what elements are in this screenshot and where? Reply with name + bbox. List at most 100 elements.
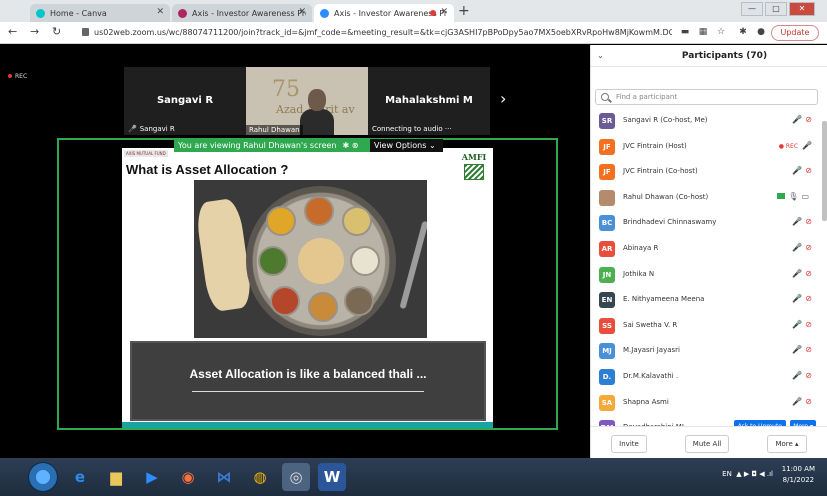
invite-button[interactable]: Invite [611,435,647,453]
camera-off-icon: ⊘ [805,115,812,124]
mic-muted-icon: 🎤 [792,242,803,252]
scrollbar[interactable] [822,121,827,221]
video-thumb-mahalakshmi[interactable]: Mahalakshmi M Connecting to audio ··· [368,67,490,135]
maximize-button[interactable]: □ [765,2,787,16]
camera-off-icon: ⊘ [805,217,812,227]
participant-row[interactable]: EN E. Nithyameena Meena 🎤 ⊘ [591,288,820,314]
avatar: JF [599,138,615,155]
search-placeholder: Find a participant [616,93,678,101]
close-window-button[interactable]: ✕ [789,2,815,16]
video-thumb-sangavi[interactable]: Sangavi R 🎤 Sangavi R [124,67,246,135]
camera-off-icon: ⊘ [805,294,812,304]
participant-status: 🎤 ⊘ [792,166,812,175]
close-icon[interactable]: ✕ [440,7,448,17]
participant-row[interactable]: D. Dr.M.Kalavathi . 🎤 ⊘ [591,365,820,391]
participant-row[interactable]: SA Shapna Asmi 🎤 ⊘ [591,391,820,417]
recording-indicator: REC [8,73,27,80]
browser-tab-strip: Home - Canva ✕ Axis - Investor Awareness… [0,0,827,22]
participant-status: 🎤 ⊘ [792,371,812,380]
folder-icon[interactable]: ▆ [102,463,130,491]
participant-status: 🎤 ⊘ [792,345,812,354]
thumb-label: 🎤 Sangavi R [128,125,175,133]
close-icon[interactable]: ✕ [298,7,306,17]
participant-status: 🎤 ⊘ [792,320,812,329]
slide-title: What is Asset Allocation ? [126,162,289,177]
participant-status: 🎤 ⊘ [792,294,812,303]
participant-row[interactable]: SS Sai Swetha V. R 🎤 ⊘ [591,314,820,340]
tab-axis-investor-1[interactable]: Axis - Investor Awareness Progra ✕ [172,4,312,22]
more-button[interactable]: More ▴ [767,435,807,453]
participant-name: Rahul Dhawan (Co-host) [623,192,709,201]
ie-icon[interactable]: e [66,463,94,491]
participant-name: Brindhadevi Chinnaswamy [623,218,717,227]
participant-row[interactable]: SR Sangavi R (Co-host, Me) 🎤 ⊘ [591,109,820,135]
connecting-label: Connecting to audio ··· [372,125,452,133]
update-button[interactable]: Update [771,25,819,41]
participant-name: M.Jayasri Jayasri [623,346,681,355]
mic-icon: 🎙 [788,191,799,201]
extension-icon[interactable]: ▦ [698,27,708,37]
avatar: AR [599,240,615,257]
next-page-icon[interactable]: › [500,89,506,108]
camera-off-icon: ⊘ [805,396,812,406]
tab-axis-investor-2[interactable]: Axis - Investor Awareness Pr ✕ [314,4,454,22]
puzzle-icon[interactable]: ✱ [738,27,748,37]
cast-icon[interactable]: ▬ [680,27,690,37]
panel-footer: Invite Mute All More ▴ [591,426,827,458]
reload-icon[interactable]: ↻ [52,26,61,38]
new-tab-button[interactable]: + [458,4,470,18]
participant-name: Abinaya R [623,243,659,252]
chrome-icon[interactable]: ◍ [246,463,274,491]
avatar: SA [599,394,615,411]
view-options-button[interactable]: View Options ⌄ [370,139,443,152]
slide-caption: Asset Allocation is like a balanced thal… [189,367,427,381]
back-icon[interactable]: ← [8,26,17,38]
media-icon[interactable]: ▶ [138,463,166,491]
pin-icon[interactable]: ✱ ⊗ [343,141,359,150]
app-icon[interactable]: ◎ [282,463,310,491]
axis-logo: AXIS MUTUAL FUND [124,150,168,157]
participant-row[interactable]: JF JVC Fintrain (Co-host) 🎤 ⊘ [591,160,820,186]
participant-row[interactable]: AR Abinaya R 🎤 ⊘ [591,237,820,263]
clock[interactable]: 11:00 AM 8/1/2022 [782,464,815,486]
camera-off-icon: ⊘ [805,345,812,355]
video-thumb-rahul[interactable]: 75 Azad Amrit av Rahul Dhawan [246,67,368,135]
minimize-button[interactable]: — [741,2,763,16]
mute-all-button[interactable]: Mute All [685,435,729,453]
screen: Home - Canva ✕ Axis - Investor Awareness… [0,0,827,496]
panel-title: Participants (70) [681,51,768,61]
mic-muted-icon: 🎤 [792,294,803,304]
participant-status: 🎤 ⊘ [792,397,812,406]
word-icon[interactable]: W [318,463,346,491]
window-controls: — □ ✕ [741,2,815,16]
tab-home-canva[interactable]: Home - Canva ✕ [30,4,170,22]
close-icon[interactable]: ✕ [156,7,164,17]
participant-row[interactable]: JF JVC Fintrain (Host) ● REC 🎤 [591,135,820,161]
firefox-icon[interactable]: ◉ [174,463,202,491]
start-button[interactable] [28,462,58,492]
presenter-video [300,89,334,135]
lock-icon [82,28,89,36]
participant-row[interactable]: BC Brindhadevi Chinnaswamy 🎤 ⊘ [591,211,820,237]
participant-row[interactable]: JN Jothika N 🎤 ⊘ [591,263,820,289]
avatar: MJ [599,343,615,360]
avatar [599,189,615,206]
participant-status: 🎤 ⊘ [792,269,812,278]
participants-panel: ⌄ Participants (70) Find a participant S… [590,45,827,458]
url-field[interactable]: us02web.zoom.us/wc/88074711200/join?trac… [82,26,672,40]
participant-name: Dr.M.Kalavathi . [623,371,679,380]
screen-share: AXIS MUTUAL FUND What is Asset Allocatio… [57,138,558,430]
caption-box: Asset Allocation is like a balanced thal… [130,341,486,421]
participant-row[interactable]: MJ M.Jayasri Jayasri 🎤 ⊘ [591,339,820,365]
star-icon[interactable]: ☆ [716,27,726,37]
participant-name: Shapna Asmi [623,397,669,406]
mic-muted-icon: 🎤 [792,319,803,329]
avatar: SS [599,317,615,334]
avatar-icon[interactable]: ● [756,27,766,37]
mic-muted-icon: 🎤 [802,140,812,150]
meet-icon[interactable]: ⋈ [210,463,238,491]
forward-icon[interactable]: → [30,26,39,38]
participant-name: Sangavi R (Co-host, Me) [623,116,708,124]
search-input[interactable]: Find a participant [595,89,818,105]
participant-row[interactable]: Rahul Dhawan (Co-host) 🎙 ▭ [591,186,820,212]
